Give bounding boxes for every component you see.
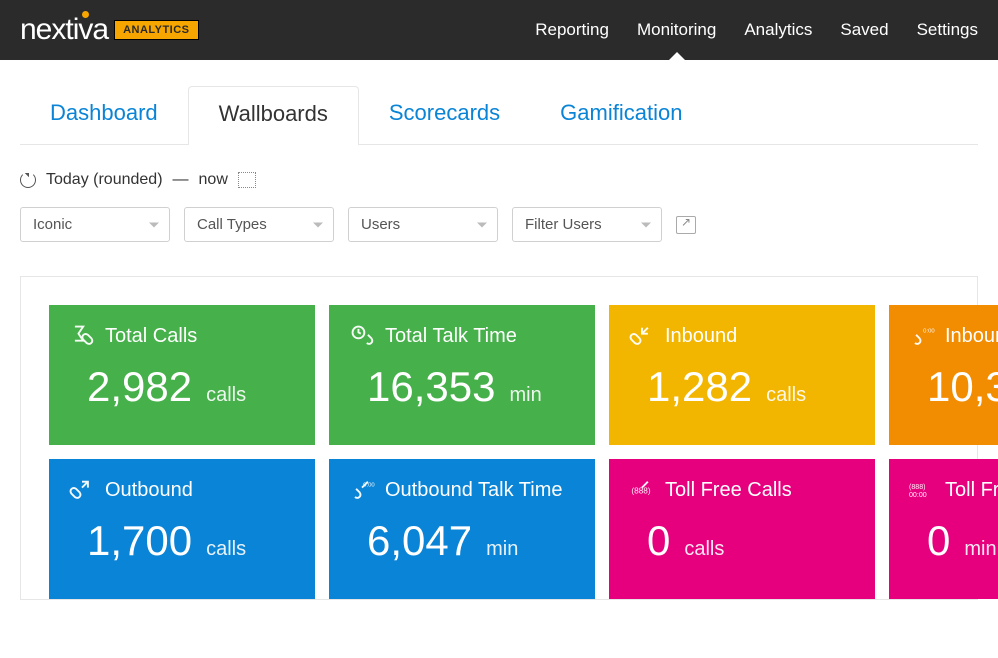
cards-grid: Total Calls 2,982 calls Total Talk Time 16,3… [49, 305, 998, 599]
chevron-down-icon [313, 222, 323, 227]
brand-name: nextiva [20, 13, 108, 47]
filter-users-label: Filter Users [525, 216, 602, 233]
nav-monitoring[interactable]: Monitoring [637, 20, 716, 40]
preset-select[interactable]: Iconic [20, 207, 170, 242]
card-title-text: Toll Free Calls [665, 479, 792, 502]
tab-bar: DashboardWallboardsScorecardsGamificatio… [20, 86, 978, 145]
page-body: DashboardWallboardsScorecardsGamificatio… [0, 86, 998, 600]
chevron-down-icon [477, 222, 487, 227]
card-toll-free-calls[interactable]: (888) Toll Free Calls 0 calls [609, 459, 875, 599]
topbar: nextiva ANALYTICS Reporting Monitoring Ana… [0, 0, 998, 60]
time-range-label: Today (rounded) [46, 171, 163, 189]
card-title: Total Calls [69, 323, 295, 349]
card-value-row: 1,282 calls [629, 363, 855, 411]
filter-row: Iconic Call Types Users Filter Users [20, 207, 978, 242]
time-range-now: now [199, 171, 228, 189]
card-value-row: 6,047 min [349, 517, 575, 565]
time-range-bar: Today (rounded) — now [20, 171, 978, 189]
card-unit: min [509, 384, 541, 407]
card-unit: min [964, 538, 996, 561]
card-inbound-talk-time[interactable]: 0:00 Inbound Talk Time 10,306min [889, 305, 998, 445]
tab-gamification[interactable]: Gamification [530, 86, 712, 144]
clock-phone-icon [349, 323, 375, 349]
refresh-icon[interactable] [20, 172, 36, 188]
preset-select-label: Iconic [33, 216, 72, 233]
top-nav: Reporting Monitoring Analytics Saved Setting… [535, 20, 978, 40]
svg-text:0:00: 0:00 [923, 328, 935, 334]
card-title-text: Total Calls [105, 325, 197, 348]
card-title-text: Toll Free Talk Time [945, 479, 998, 502]
card-outbound[interactable]: Outbound 1,700 calls [49, 459, 315, 599]
calendar-icon[interactable] [238, 172, 256, 188]
users-select[interactable]: Users [348, 207, 498, 242]
card-unit: min [486, 538, 518, 561]
toll-free-time-icon: (888)00:00 [909, 477, 935, 503]
card-value: 10,306 [927, 363, 998, 411]
cards-container: Total Calls 2,982 calls Total Talk Time 16,3… [20, 276, 978, 600]
card-value-row: 16,353 min [349, 363, 575, 411]
card-title-text: Outbound Talk Time [385, 479, 563, 502]
card-value: 6,047 [367, 517, 472, 565]
card-title-text: Outbound [105, 479, 193, 502]
card-title: (888) Toll Free Calls [629, 477, 855, 503]
nav-settings[interactable]: Settings [917, 20, 978, 40]
nav-reporting[interactable]: Reporting [535, 20, 609, 40]
card-value-row: 0 min [909, 517, 998, 565]
brand-logo: nextiva ANALYTICS [20, 13, 199, 47]
tab-dashboard[interactable]: Dashboard [20, 86, 188, 144]
card-title-text: Inbound [665, 325, 737, 348]
card-title: Inbound [629, 323, 855, 349]
card-value: 0 [647, 517, 670, 565]
brand-badge: ANALYTICS [114, 20, 198, 40]
phone-in-icon [629, 323, 655, 349]
card-title: Total Talk Time [349, 323, 575, 349]
card-title: 0:00 Outbound Talk Time [349, 477, 575, 503]
users-label: Users [361, 216, 400, 233]
brand-dot-icon [82, 11, 89, 18]
phone-in-time-icon: 0:00 [909, 323, 935, 349]
svg-text:(888): (888) [631, 487, 651, 496]
phone-sigma-icon [69, 323, 95, 349]
chevron-down-icon [641, 222, 651, 227]
card-unit: calls [684, 538, 724, 561]
phone-out-icon [69, 477, 95, 503]
card-value-row: 1,700 calls [69, 517, 295, 565]
card-value: 0 [927, 517, 950, 565]
phone-out-time-icon: 0:00 [349, 477, 375, 503]
call-types-label: Call Types [197, 216, 267, 233]
card-title: Outbound [69, 477, 295, 503]
card-value: 1,700 [87, 517, 192, 565]
card-value-row: 2,982 calls [69, 363, 295, 411]
time-range-sep: — [173, 171, 189, 189]
card-title-text: Total Talk Time [385, 325, 517, 348]
card-value-row: 10,306min [909, 363, 998, 411]
svg-text:(888): (888) [909, 483, 926, 491]
filter-users-select[interactable]: Filter Users [512, 207, 662, 242]
card-unit: calls [766, 384, 806, 407]
call-types-select[interactable]: Call Types [184, 207, 334, 242]
tab-scorecards[interactable]: Scorecards [359, 86, 530, 144]
toll-free-icon: (888) [629, 477, 655, 503]
card-title: (888)00:00 Toll Free Talk Time [909, 477, 998, 503]
card-value-row: 0 calls [629, 517, 855, 565]
card-title-text: Inbound Talk Time [945, 325, 998, 348]
card-value: 16,353 [367, 363, 495, 411]
card-toll-free-talk[interactable]: (888)00:00 Toll Free Talk Time 0 min [889, 459, 998, 599]
chevron-down-icon [149, 222, 159, 227]
popout-icon[interactable] [676, 216, 696, 234]
card-unit: calls [206, 538, 246, 561]
card-outbound-talk-time[interactable]: 0:00 Outbound Talk Time 6,047 min [329, 459, 595, 599]
card-value: 1,282 [647, 363, 752, 411]
card-inbound[interactable]: Inbound 1,282 calls [609, 305, 875, 445]
svg-text:00:00: 00:00 [909, 491, 927, 499]
nav-saved[interactable]: Saved [840, 20, 888, 40]
card-total-calls[interactable]: Total Calls 2,982 calls [49, 305, 315, 445]
tab-wallboards[interactable]: Wallboards [188, 86, 359, 145]
card-unit: calls [206, 384, 246, 407]
card-value: 2,982 [87, 363, 192, 411]
nav-analytics[interactable]: Analytics [744, 20, 812, 40]
card-total-talk-time[interactable]: Total Talk Time 16,353 min [329, 305, 595, 445]
card-title: 0:00 Inbound Talk Time [909, 323, 998, 349]
